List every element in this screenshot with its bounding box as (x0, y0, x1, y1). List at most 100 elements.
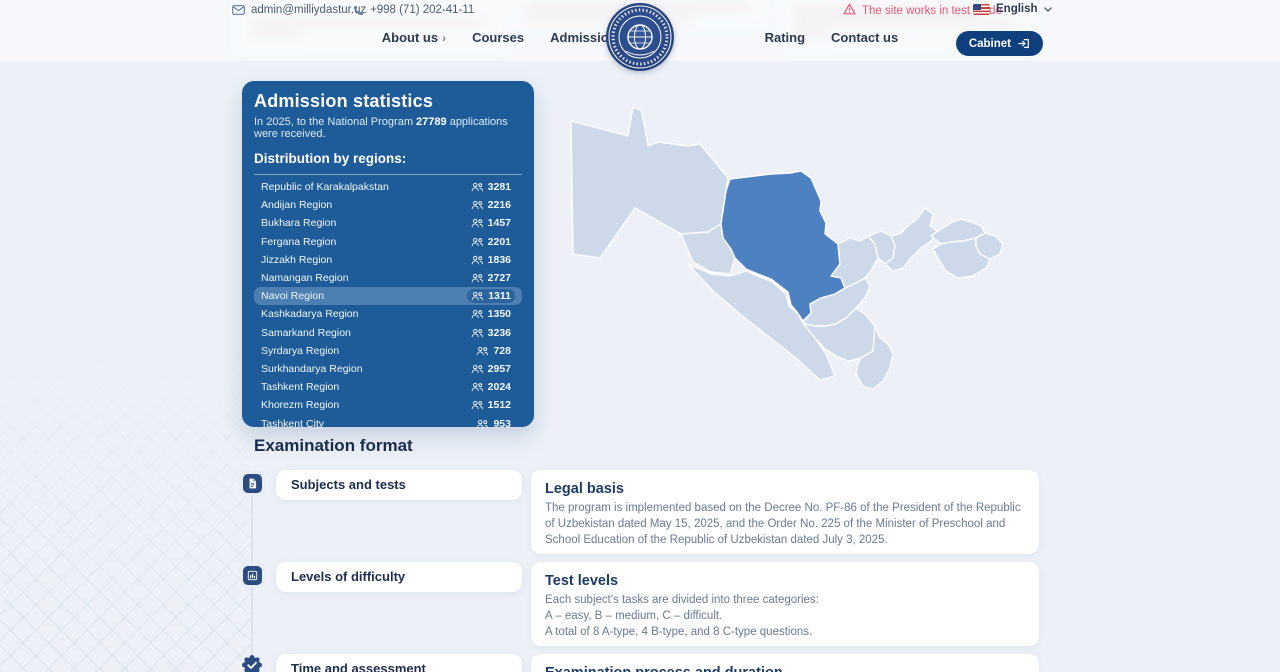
people-icon (471, 218, 484, 228)
language-selector[interactable]: English (973, 3, 1052, 15)
region-row[interactable]: Republic of Karakalpakstan3281 (254, 178, 522, 196)
people-icon (471, 200, 484, 210)
people-icon (471, 255, 484, 265)
people-icon (471, 364, 484, 374)
timeline-label-levels[interactable]: Levels of difficulty (276, 562, 522, 592)
language-label: English (996, 3, 1038, 15)
region-count: 728 (472, 344, 515, 358)
email-text: admin@milliydastur.uz (251, 4, 366, 16)
card-line: A total of 8 A-type, 4 B-type, and 8 C-t… (545, 624, 1025, 640)
email-link[interactable]: admin@milliydastur.uz (232, 4, 366, 16)
region-name: Tashkent City (261, 418, 324, 430)
warning-triangle-icon (843, 3, 856, 18)
nav-contact-us[interactable]: Contact us (831, 30, 898, 45)
cabinet-label: Cabinet (969, 38, 1011, 50)
region-name: Khorezm Region (261, 399, 339, 411)
people-icon (471, 291, 484, 301)
region-name: Andijan Region (261, 199, 332, 211)
region-count: 953 (472, 417, 515, 431)
timeline-label-time[interactable]: Time and assessment (276, 654, 522, 672)
cabinet-button[interactable]: Cabinet (956, 31, 1043, 56)
region-name: Republic of Karakalpakstan (261, 181, 389, 193)
timeline-label-subjects[interactable]: Subjects and tests (276, 470, 522, 500)
region-row[interactable]: Bukhara Region 1457 (254, 214, 522, 232)
envelope-icon (232, 5, 245, 15)
divider (254, 174, 522, 175)
region-name: Namangan Region (261, 272, 349, 284)
panel-subtitle: Distribution by regions: (254, 151, 522, 166)
region-row[interactable]: Jizzakh Region 1836 (254, 251, 522, 269)
nav-rating[interactable]: Rating (765, 30, 805, 45)
region-row[interactable]: Fergana Region 2201 (254, 233, 522, 251)
people-icon (476, 419, 489, 429)
site-logo[interactable] (606, 3, 674, 71)
admission-statistics-panel: Admission statistics In 2025, to the Nat… (242, 81, 534, 427)
map-region-tashkent[interactable] (885, 208, 938, 271)
chevron-down-icon (1044, 7, 1052, 12)
legal-basis-card: Legal basis The program is implemented b… (531, 470, 1039, 554)
document-icon (243, 474, 262, 493)
region-name: Surkhandarya Region (261, 363, 363, 375)
region-name: Tashkent Region (261, 381, 339, 393)
people-icon (471, 382, 484, 392)
region-count: 2024 (467, 380, 515, 394)
region-count: 1311 (467, 289, 515, 303)
card-body: The program is implemented based on the … (545, 500, 1025, 548)
region-row[interactable]: Andijan Region 2216 (254, 196, 522, 214)
region-row[interactable]: Syrdarya Region 728 (254, 342, 522, 360)
people-icon (476, 346, 489, 356)
region-count: 2727 (467, 271, 515, 285)
background-pattern (0, 342, 250, 672)
region-count: 1457 (467, 216, 515, 230)
region-count: 3236 (467, 326, 515, 340)
region-count: 2216 (467, 198, 515, 212)
examination-process-card: Examination process and duration (531, 654, 1039, 672)
region-row[interactable]: Khorezm Region 1512 (254, 396, 522, 414)
people-icon (471, 400, 484, 410)
region-row[interactable]: Surkhandarya Region2957 (254, 360, 522, 378)
region-row[interactable]: Samarkand Region 3236 (254, 324, 522, 342)
chevron-right-icon: › (442, 31, 446, 45)
region-row[interactable]: Kashkadarya Region1350 (254, 305, 522, 323)
people-icon (471, 182, 484, 192)
people-icon (471, 237, 484, 247)
phone-icon (353, 5, 364, 16)
timeline-step-2 (239, 562, 265, 588)
login-icon (1018, 38, 1030, 49)
people-icon (471, 309, 484, 319)
section-heading: Examination format (254, 436, 413, 456)
card-title: Legal basis (545, 481, 1025, 497)
card-title: Test levels (545, 573, 1025, 589)
applications-count: 27789 (416, 116, 447, 128)
region-row[interactable]: Navoi Region 1311 (254, 287, 522, 305)
region-name: Navoi Region (261, 290, 324, 302)
region-count: 1350 (467, 307, 515, 321)
region-count: 1836 (467, 253, 515, 267)
region-name: Syrdarya Region (261, 345, 339, 357)
region-name: Fergana Region (261, 236, 336, 248)
region-row[interactable]: Namangan Region 2727 (254, 269, 522, 287)
panel-intro: In 2025, to the National Program 27789 a… (254, 116, 522, 140)
uzbekistan-map (548, 86, 1050, 420)
nav-courses[interactable]: Courses (472, 30, 524, 45)
region-name: Samarkand Region (261, 327, 351, 339)
us-flag-icon (973, 4, 990, 15)
people-icon (471, 328, 484, 338)
region-count: 2201 (467, 235, 515, 249)
bar-chart-icon (243, 566, 262, 585)
phone-link[interactable]: +998 (71) 202-41-11 (353, 4, 474, 16)
panel-title: Admission statistics (254, 91, 522, 112)
region-list: Republic of Karakalpakstan3281Andijan Re… (254, 178, 522, 433)
card-title: Examination process and duration (545, 665, 1025, 672)
region-name: Jizzakh Region (261, 254, 332, 266)
region-count: 1512 (467, 398, 515, 412)
badge-check-icon (241, 654, 263, 672)
region-row[interactable]: Tashkent Region 2024 (254, 378, 522, 396)
timeline-step-1 (239, 470, 265, 496)
region-row[interactable]: Tashkent City 953 (254, 414, 522, 432)
nav-about-us[interactable]: About us › (382, 30, 446, 45)
people-icon (471, 273, 484, 283)
page: admin@milliydastur.uz +998 (71) 202-41-1… (0, 0, 1280, 672)
card-line: Each subject's tasks are divided into th… (545, 592, 1025, 608)
region-name: Bukhara Region (261, 217, 336, 229)
